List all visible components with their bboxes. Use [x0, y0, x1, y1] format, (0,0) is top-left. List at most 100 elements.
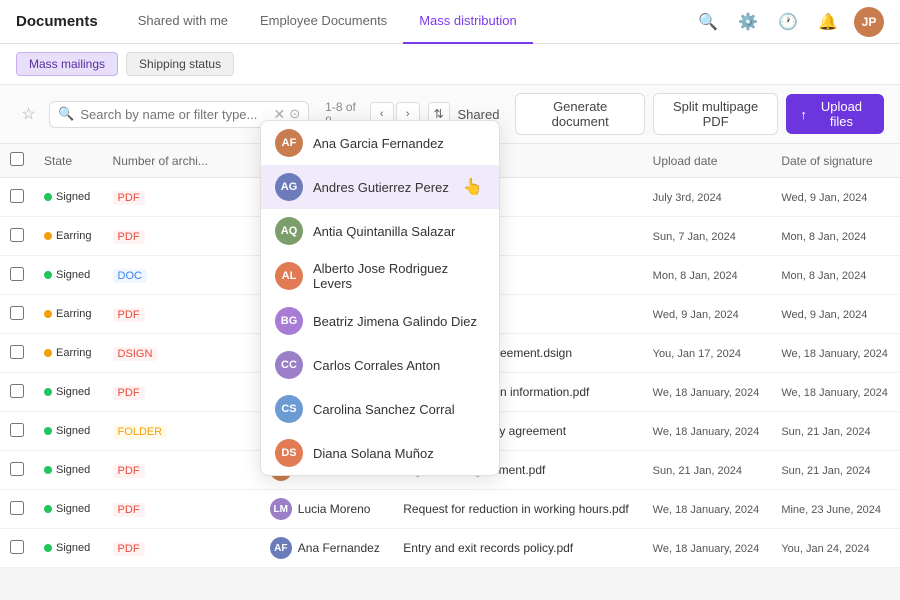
status-badge: Signed	[44, 191, 90, 203]
row-checkbox[interactable]	[10, 228, 24, 242]
sub-header: Mass mailings Shipping status	[0, 44, 900, 85]
sign-date: You, Jan 24, 2024	[781, 543, 869, 555]
row-checkbox[interactable]	[10, 306, 24, 320]
row-checkbox[interactable]	[10, 501, 24, 515]
upload-date: Sun, 7 Jan, 2024	[653, 231, 736, 243]
settings-icon[interactable]: ⚙️	[734, 8, 762, 36]
status-dot	[44, 193, 52, 201]
dropdown-person-avatar: CS	[275, 395, 303, 423]
dropdown-person-item[interactable]: AG Andres Gutierrez Perez 👆	[261, 165, 499, 209]
sign-date: Wed, 9 Jan, 2024	[781, 192, 867, 204]
table-row: Signed PDF LM Lucia Moreno Request for r…	[0, 490, 900, 529]
sign-date: We, 18 January, 2024	[781, 348, 888, 360]
file-type-badge: PDF	[113, 386, 145, 400]
dropdown-person-name: Andres Gutierrez Perez	[313, 180, 449, 195]
file-name[interactable]: Entry and exit records policy.pdf	[403, 541, 573, 555]
status-badge: Signed	[44, 464, 90, 476]
upload-files-button[interactable]: ↑ Upload files	[786, 94, 884, 134]
dropdown-person-avatar: AQ	[275, 217, 303, 245]
select-all-checkbox[interactable]	[10, 152, 24, 166]
person-avatar: AF	[270, 537, 292, 559]
dropdown-person-item[interactable]: AF Ana Garcia Fernandez	[261, 121, 499, 165]
search-icon[interactable]: 🔍	[694, 8, 722, 36]
dropdown-person-item[interactable]: DS Diana Solana Muñoz	[261, 431, 499, 475]
tab-shared-with-me[interactable]: Shared with me	[122, 0, 244, 44]
status-badge: Signed	[44, 425, 90, 437]
row-checkbox[interactable]	[10, 384, 24, 398]
dropdown-person-item[interactable]: AL Alberto Jose Rodriguez Levers	[261, 253, 499, 299]
upload-date: Mon, 8 Jan, 2024	[653, 270, 738, 282]
sign-date: Mon, 8 Jan, 2024	[781, 270, 866, 282]
row-checkbox[interactable]	[10, 540, 24, 554]
file-type-badge: DOC	[113, 269, 147, 283]
dropdown-person-item[interactable]: CS Carolina Sanchez Corral	[261, 387, 499, 431]
search-input[interactable]	[80, 107, 269, 122]
status-dot	[44, 388, 52, 396]
status-dot	[44, 466, 52, 474]
upload-date: Wed, 9 Jan, 2024	[653, 309, 739, 321]
mass-mailings-button[interactable]: Mass mailings	[16, 52, 118, 76]
status-badge: Earring	[44, 308, 91, 320]
dropdown-person-item[interactable]: BG Beatriz Jimena Galindo Diez	[261, 299, 499, 343]
dropdown-person-name: Antia Quintanilla Salazar	[313, 224, 455, 239]
row-checkbox[interactable]	[10, 462, 24, 476]
dropdown-person-avatar: AL	[275, 262, 303, 290]
shipping-status-button[interactable]: Shipping status	[126, 52, 234, 76]
clock-icon[interactable]: 🕐	[774, 8, 802, 36]
dropdown-person-name: Carlos Corrales Anton	[313, 358, 440, 373]
bell-icon[interactable]: 🔔	[814, 8, 842, 36]
person-name: Ana Fernandez	[298, 541, 380, 555]
status-dot	[44, 310, 52, 318]
tab-employee-documents[interactable]: Employee Documents	[244, 0, 403, 44]
dropdown-person-name: Diana Solana Muñoz	[313, 446, 434, 461]
dropdown-person-name: Beatriz Jimena Galindo Diez	[313, 314, 477, 329]
col-icon2	[240, 144, 260, 178]
dropdown-person-item[interactable]: AQ Antia Quintanilla Salazar	[261, 209, 499, 253]
sign-date: Sun, 21 Jan, 2024	[781, 426, 870, 438]
dropdown-person-avatar: AG	[275, 173, 303, 201]
status-dot	[44, 505, 52, 513]
status-dot	[44, 271, 52, 279]
file-type-badge: FOLDER	[113, 425, 168, 439]
favorite-button[interactable]: ☆	[16, 100, 41, 128]
status-dot	[44, 349, 52, 357]
col-upload-date: Upload date	[643, 144, 772, 178]
col-state: State	[34, 144, 103, 178]
generate-document-button[interactable]: Generate document	[515, 93, 644, 135]
person-avatar: LM	[270, 498, 292, 520]
status-badge: Signed	[44, 503, 90, 515]
user-avatar[interactable]: JP	[854, 7, 884, 37]
split-pdf-button[interactable]: Split multipage PDF	[653, 93, 778, 135]
col-icon	[220, 144, 240, 178]
row-checkbox[interactable]	[10, 423, 24, 437]
file-type-badge: DSIGN	[113, 347, 158, 361]
assigned-person: LM Lucia Moreno	[270, 498, 384, 520]
cursor-icon: 👆	[463, 177, 483, 197]
sign-date: Mine, 23 June, 2024	[781, 504, 881, 516]
dropdown-person-item[interactable]: CC Carlos Corrales Anton	[261, 343, 499, 387]
dropdown-person-avatar: DS	[275, 439, 303, 467]
dropdown-person-avatar: CC	[275, 351, 303, 379]
dropdown-person-name: Carolina Sanchez Corral	[313, 402, 455, 417]
status-badge: Signed	[44, 269, 90, 281]
status-badge: Earring	[44, 230, 91, 242]
upload-date: July 3rd, 2024	[653, 192, 722, 204]
dropdown-person-avatar: AF	[275, 129, 303, 157]
status-dot	[44, 232, 52, 240]
row-checkbox[interactable]	[10, 189, 24, 203]
app-header: Documents Shared with me Employee Docume…	[0, 0, 900, 44]
file-name[interactable]: Request for reduction in working hours.p…	[403, 502, 628, 516]
status-badge: Earring	[44, 347, 91, 359]
tab-mass-distribution[interactable]: Mass distribution	[403, 0, 533, 44]
upload-date: We, 18 January, 2024	[653, 426, 760, 438]
row-checkbox[interactable]	[10, 345, 24, 359]
upload-label: Upload files	[813, 99, 870, 129]
sign-date: We, 18 January, 2024	[781, 387, 888, 399]
row-checkbox[interactable]	[10, 267, 24, 281]
upload-icon: ↑	[800, 107, 807, 122]
assigned-person: AF Ana Fernandez	[270, 537, 384, 559]
sign-date: Wed, 9 Jan, 2024	[781, 309, 867, 321]
status-badge: Signed	[44, 542, 90, 554]
upload-date: You, Jan 17, 2024	[653, 348, 741, 360]
dropdown-person-avatar: BG	[275, 307, 303, 335]
